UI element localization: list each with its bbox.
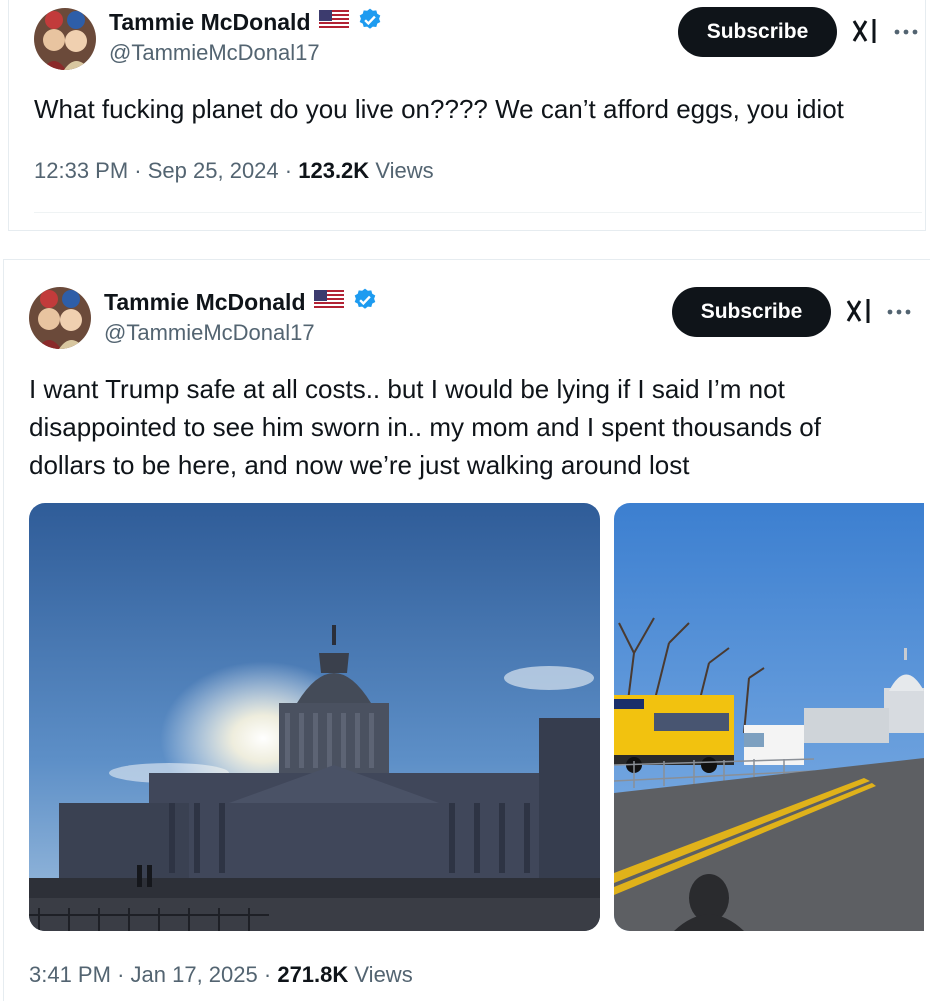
grok-icon[interactable] xyxy=(852,17,878,52)
tweet-time[interactable]: 3:41 PM xyxy=(29,962,111,987)
tweet-meta: 12:33 PM · Sep 25, 2024 · 123.2K Views xyxy=(34,158,434,184)
tweet-photo-street[interactable] xyxy=(614,503,924,931)
tweet-time[interactable]: 12:33 PM xyxy=(34,158,128,183)
more-icon[interactable] xyxy=(891,17,921,47)
author-name[interactable]: Tammie McDonald xyxy=(109,9,311,36)
subscribe-button[interactable]: Subscribe xyxy=(672,287,831,337)
verified-badge-icon[interactable] xyxy=(352,287,378,318)
tweet-card-1: Tammie McDonald @TammieMcDonal17 Subscri… xyxy=(8,0,926,231)
separator: · xyxy=(284,158,293,183)
tweet-card-2: Tammie McDonald @TammieMcDonal17 Subscri… xyxy=(3,259,930,1001)
tweet-date[interactable]: Jan 17, 2025 xyxy=(131,962,258,987)
views-label: Views xyxy=(375,158,434,183)
tweet-text: What fucking planet do you live on???? W… xyxy=(34,94,844,124)
tweet-text: I want Trump safe at all costs.. but I w… xyxy=(29,374,821,480)
separator: · xyxy=(134,158,142,183)
verified-badge-icon[interactable] xyxy=(357,7,383,38)
author-handle[interactable]: @TammieMcDonal17 xyxy=(109,40,320,66)
tweet-photo-capitol[interactable] xyxy=(29,503,600,931)
tweet-meta: 3:41 PM · Jan 17, 2025 · 271.8K Views xyxy=(29,962,413,988)
divider xyxy=(34,212,922,213)
separator: · xyxy=(263,962,272,987)
subscribe-button[interactable]: Subscribe xyxy=(678,7,837,57)
us-flag-icon xyxy=(318,10,349,35)
separator: · xyxy=(117,962,125,987)
grok-icon[interactable] xyxy=(846,297,872,332)
us-flag-icon xyxy=(313,290,344,315)
tweet-date[interactable]: Sep 25, 2024 xyxy=(148,158,279,183)
views-count: 271.8K xyxy=(277,962,349,987)
avatar[interactable] xyxy=(34,8,96,70)
avatar[interactable] xyxy=(29,287,91,349)
feed-gap xyxy=(0,231,930,259)
more-icon[interactable] xyxy=(884,297,914,327)
author-handle[interactable]: @TammieMcDonal17 xyxy=(104,320,315,346)
views-count: 123.2K xyxy=(298,158,370,183)
author-name[interactable]: Tammie McDonald xyxy=(104,289,306,316)
views-label: Views xyxy=(354,962,413,987)
